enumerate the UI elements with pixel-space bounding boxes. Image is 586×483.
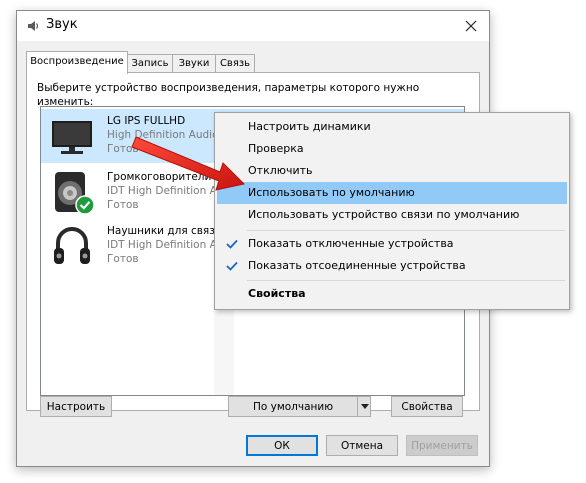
window-title: Звук: [46, 17, 78, 32]
properties-button[interactable]: Свойства: [391, 396, 463, 417]
device-name: Наушники для связи: [107, 225, 222, 237]
menu-separator: [247, 230, 565, 231]
headphones-icon: [54, 227, 90, 264]
sound-icon: [28, 21, 39, 31]
chevron-down-icon: [361, 404, 369, 409]
menu-item-label: Показать отключенные устройства: [248, 237, 454, 250]
set-default-dropdown[interactable]: [357, 397, 372, 416]
menu-item-set-default[interactable]: Использовать по умолчанию: [217, 182, 567, 204]
set-default-button[interactable]: По умолчанию: [228, 396, 371, 417]
tab-communications[interactable]: Связь: [215, 54, 255, 73]
menu-item-test[interactable]: Проверка: [217, 138, 567, 160]
apply-button[interactable]: Применить: [406, 435, 478, 456]
device-description: High Definition Audio: [107, 129, 219, 141]
configure-button[interactable]: Настроить: [40, 396, 112, 417]
menu-item-label: Отключить: [248, 164, 313, 177]
menu-item-label: Свойства: [248, 287, 306, 300]
tab-recording[interactable]: Запись: [127, 54, 173, 73]
title-bar[interactable]: Звук: [17, 11, 489, 41]
monitor-icon: [52, 121, 92, 154]
menu-item-label: Показать отсоединенные устройства: [248, 259, 466, 272]
tab-sounds[interactable]: Звуки: [172, 54, 216, 73]
menu-item-properties[interactable]: Свойства: [217, 283, 567, 305]
menu-item-show-disabled[interactable]: Показать отключенные устройства: [217, 233, 567, 255]
cancel-button[interactable]: Отмена: [326, 435, 398, 456]
device-status: Готов: [107, 199, 139, 211]
menu-item-label: Настроить динамики: [248, 120, 371, 133]
device-status: Готов: [107, 253, 139, 265]
default-check-icon: [75, 195, 95, 215]
ok-button[interactable]: ОК: [246, 435, 318, 456]
instruction-text: Выберите устройство воспроизведения, пар…: [37, 82, 420, 108]
device-context-menu: Настроить динамики Проверка Отключить Ис…: [214, 112, 570, 310]
menu-item-disable[interactable]: Отключить: [217, 160, 567, 182]
menu-item-configure-speakers[interactable]: Настроить динамики: [217, 116, 567, 138]
menu-item-set-default-communication[interactable]: Использовать устройство связи по умолчан…: [217, 204, 567, 226]
menu-item-label: Использовать по умолчанию: [248, 186, 415, 199]
menu-item-show-disconnected[interactable]: Показать отсоединенные устройства: [217, 255, 567, 277]
menu-item-label: Проверка: [248, 142, 304, 155]
close-button[interactable]: [459, 14, 483, 38]
menu-separator: [247, 280, 565, 281]
device-status: Готов: [107, 143, 139, 155]
check-icon: [226, 261, 238, 271]
device-name: Громкоговорители: [107, 171, 212, 183]
close-icon: [465, 20, 477, 32]
tab-playback[interactable]: Воспроизведение: [26, 51, 128, 74]
menu-item-label: Использовать устройство связи по умолчан…: [248, 208, 520, 221]
device-name: LG IPS FULLHD: [107, 115, 186, 127]
check-icon: [226, 239, 238, 249]
set-default-label: По умолчанию: [252, 401, 334, 413]
